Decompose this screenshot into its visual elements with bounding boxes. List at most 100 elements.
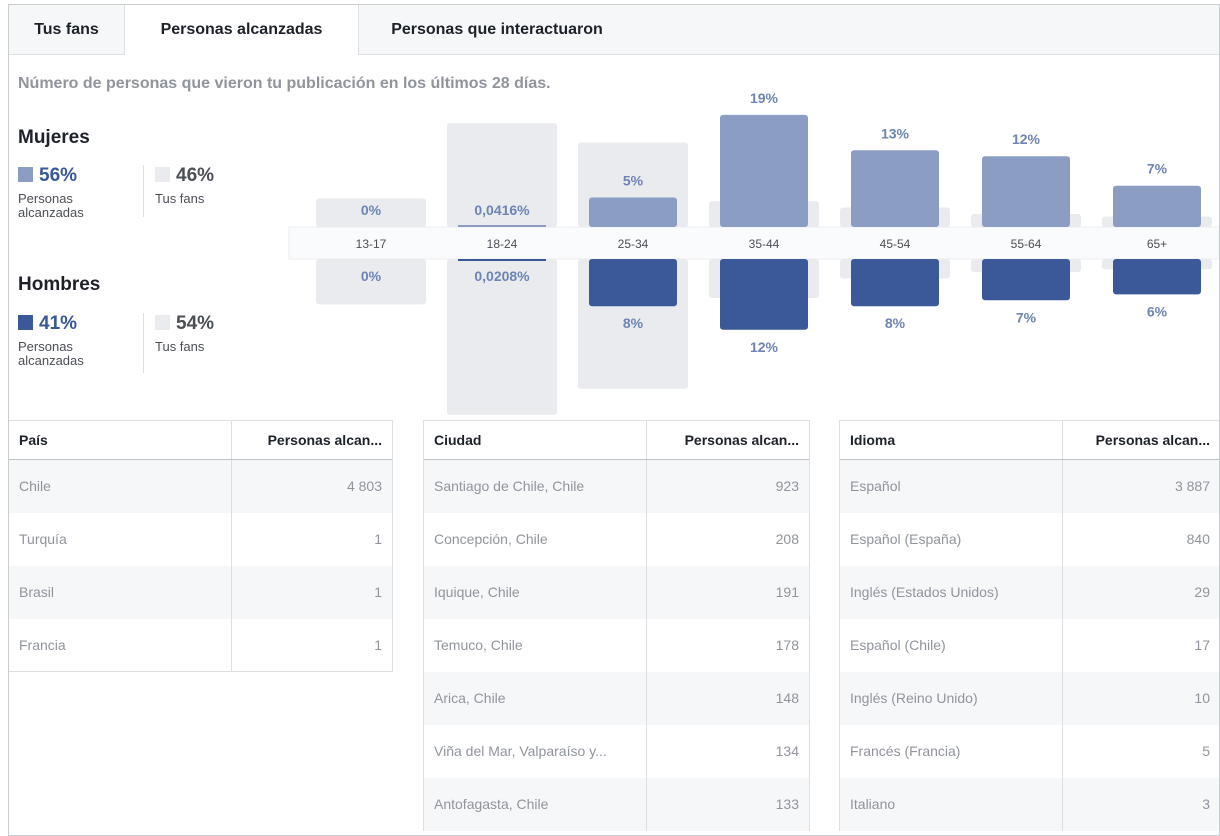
table-header: Ciudad Personas alcan... <box>424 421 809 460</box>
bar-women <box>589 197 677 227</box>
audience-panel: Tus fans Personas alcanzadas Personas qu… <box>8 4 1220 836</box>
age-tick-label: 55-64 <box>1011 237 1042 251</box>
bar-women <box>720 114 808 227</box>
table-row: Francés (Francia) 5 <box>840 725 1219 778</box>
table-row: Español (España) 840 <box>840 513 1219 566</box>
row-name: Temuco, Chile <box>434 637 523 653</box>
row-value: 178 <box>775 637 799 653</box>
women-value-label: 12% <box>1012 131 1041 147</box>
row-value: 4 803 <box>346 478 382 494</box>
row-value: 17 <box>1194 637 1210 653</box>
row-name: Antofagasta, Chile <box>434 796 549 812</box>
age-gender-chart-svg: 13-17 0% 0% 18-24 0,0416% 0,0208% 25-34 5% 8% 35-… <box>288 90 1219 415</box>
row-name: Español (España) <box>850 531 962 547</box>
table-row: Español (Chile) 17 <box>840 619 1219 672</box>
row-value: 148 <box>775 690 799 706</box>
row-value: 10 <box>1194 690 1210 706</box>
row-value: 134 <box>775 743 799 759</box>
women-value-label: 5% <box>623 173 644 189</box>
bar-men <box>458 259 546 261</box>
row-name: Francés (Francia) <box>850 743 961 759</box>
table-row: Iquique, Chile 191 <box>424 566 809 619</box>
column-header-reached[interactable]: Personas alcan... <box>232 421 382 459</box>
table-row: Viña del Mar, Valparaíso y... 134 <box>424 725 809 778</box>
men-value-label: 0,0208% <box>474 268 530 284</box>
table-row: Turquía 1 <box>9 513 392 566</box>
age-tick-label: 13-17 <box>356 237 387 251</box>
table-row: Santiago de Chile, Chile 923 <box>424 460 809 513</box>
age-tick-label: 65+ <box>1147 237 1167 251</box>
table-header: País Personas alcan... <box>9 421 392 460</box>
language-table: Idioma Personas alcan... Español 3 887 Españ… <box>839 420 1219 831</box>
row-name: Turquía <box>19 531 67 547</box>
women-value-label: 13% <box>881 125 910 141</box>
column-header-reached[interactable]: Personas alcan... <box>1063 421 1210 459</box>
table-row: Inglés (Reino Unido) 10 <box>840 672 1219 725</box>
bar-men <box>982 259 1070 301</box>
table-row: Concepción, Chile 208 <box>424 513 809 566</box>
table-row: Chile 4 803 <box>9 460 392 513</box>
row-value: 840 <box>1186 531 1210 547</box>
men-value-label: 8% <box>623 315 644 331</box>
row-value: 5 <box>1202 743 1210 759</box>
row-name: Santiago de Chile, Chile <box>434 478 585 494</box>
table-row: Arica, Chile 148 <box>424 672 809 725</box>
row-value: 1 <box>374 584 382 600</box>
row-value: 1 <box>374 637 382 653</box>
bar-men <box>1113 259 1201 295</box>
country-table: País Personas alcan... Chile 4 803 Turquía 1 B… <box>9 420 393 672</box>
city-table: Ciudad Personas alcan... Santiago de Chile… <box>423 420 810 831</box>
men-value-label: 0% <box>361 268 382 284</box>
row-name: Arica, Chile <box>434 690 506 706</box>
table-row: Español 3 887 <box>840 460 1219 513</box>
row-value: 923 <box>775 478 799 494</box>
women-value-label: 0,0416% <box>474 202 530 218</box>
row-value: 29 <box>1194 584 1210 600</box>
row-name: Brasil <box>19 584 55 600</box>
column-header-name[interactable]: Idioma <box>850 421 895 459</box>
bar-men <box>589 259 677 307</box>
row-value: 3 <box>1202 796 1210 812</box>
row-name: Concepción, Chile <box>434 531 548 547</box>
age-tick-label: 45-54 <box>880 237 911 251</box>
row-name: Español (Chile) <box>850 637 946 653</box>
table-row: Italiano 3 <box>840 778 1219 831</box>
row-name: Francia <box>19 637 66 653</box>
age-tick-label: 25-34 <box>618 237 649 251</box>
men-value-label: 7% <box>1016 309 1037 325</box>
row-name: Inglés (Reino Unido) <box>850 690 978 706</box>
row-name: Italiano <box>850 796 896 812</box>
table-row: Inglés (Estados Unidos) 29 <box>840 566 1219 619</box>
bar-men <box>851 259 939 307</box>
table-row: Francia 1 <box>9 619 392 672</box>
row-value: 191 <box>775 584 799 600</box>
row-name: Inglés (Estados Unidos) <box>850 584 999 600</box>
column-header-name[interactable]: País <box>19 421 48 459</box>
row-name: Viña del Mar, Valparaíso y... <box>434 743 607 759</box>
column-header-name[interactable]: Ciudad <box>434 421 481 459</box>
row-name: Iquique, Chile <box>434 584 520 600</box>
table-row: Temuco, Chile 178 <box>424 619 809 672</box>
table-row: Brasil 1 <box>9 566 392 619</box>
column-header-reached[interactable]: Personas alcan... <box>647 421 799 459</box>
bar-women <box>851 150 939 227</box>
row-value: 3 887 <box>1174 478 1210 494</box>
bar-women <box>458 225 546 227</box>
table-header: Idioma Personas alcan... <box>840 421 1219 460</box>
women-value-label: 0% <box>361 202 382 218</box>
women-value-label: 7% <box>1147 161 1168 177</box>
men-value-label: 8% <box>885 315 906 331</box>
row-name: Chile <box>19 478 51 494</box>
row-value: 133 <box>775 796 799 812</box>
age-tick-label: 18-24 <box>487 237 518 251</box>
row-name: Español <box>850 478 901 494</box>
men-value-label: 6% <box>1147 303 1168 319</box>
bar-men <box>720 259 808 330</box>
row-value: 208 <box>775 531 799 547</box>
bar-women <box>982 156 1070 227</box>
row-value: 1 <box>374 531 382 547</box>
age-tick-label: 35-44 <box>749 237 780 251</box>
table-row: Antofagasta, Chile 133 <box>424 778 809 831</box>
bar-women <box>1113 185 1201 227</box>
men-value-label: 12% <box>750 339 779 355</box>
